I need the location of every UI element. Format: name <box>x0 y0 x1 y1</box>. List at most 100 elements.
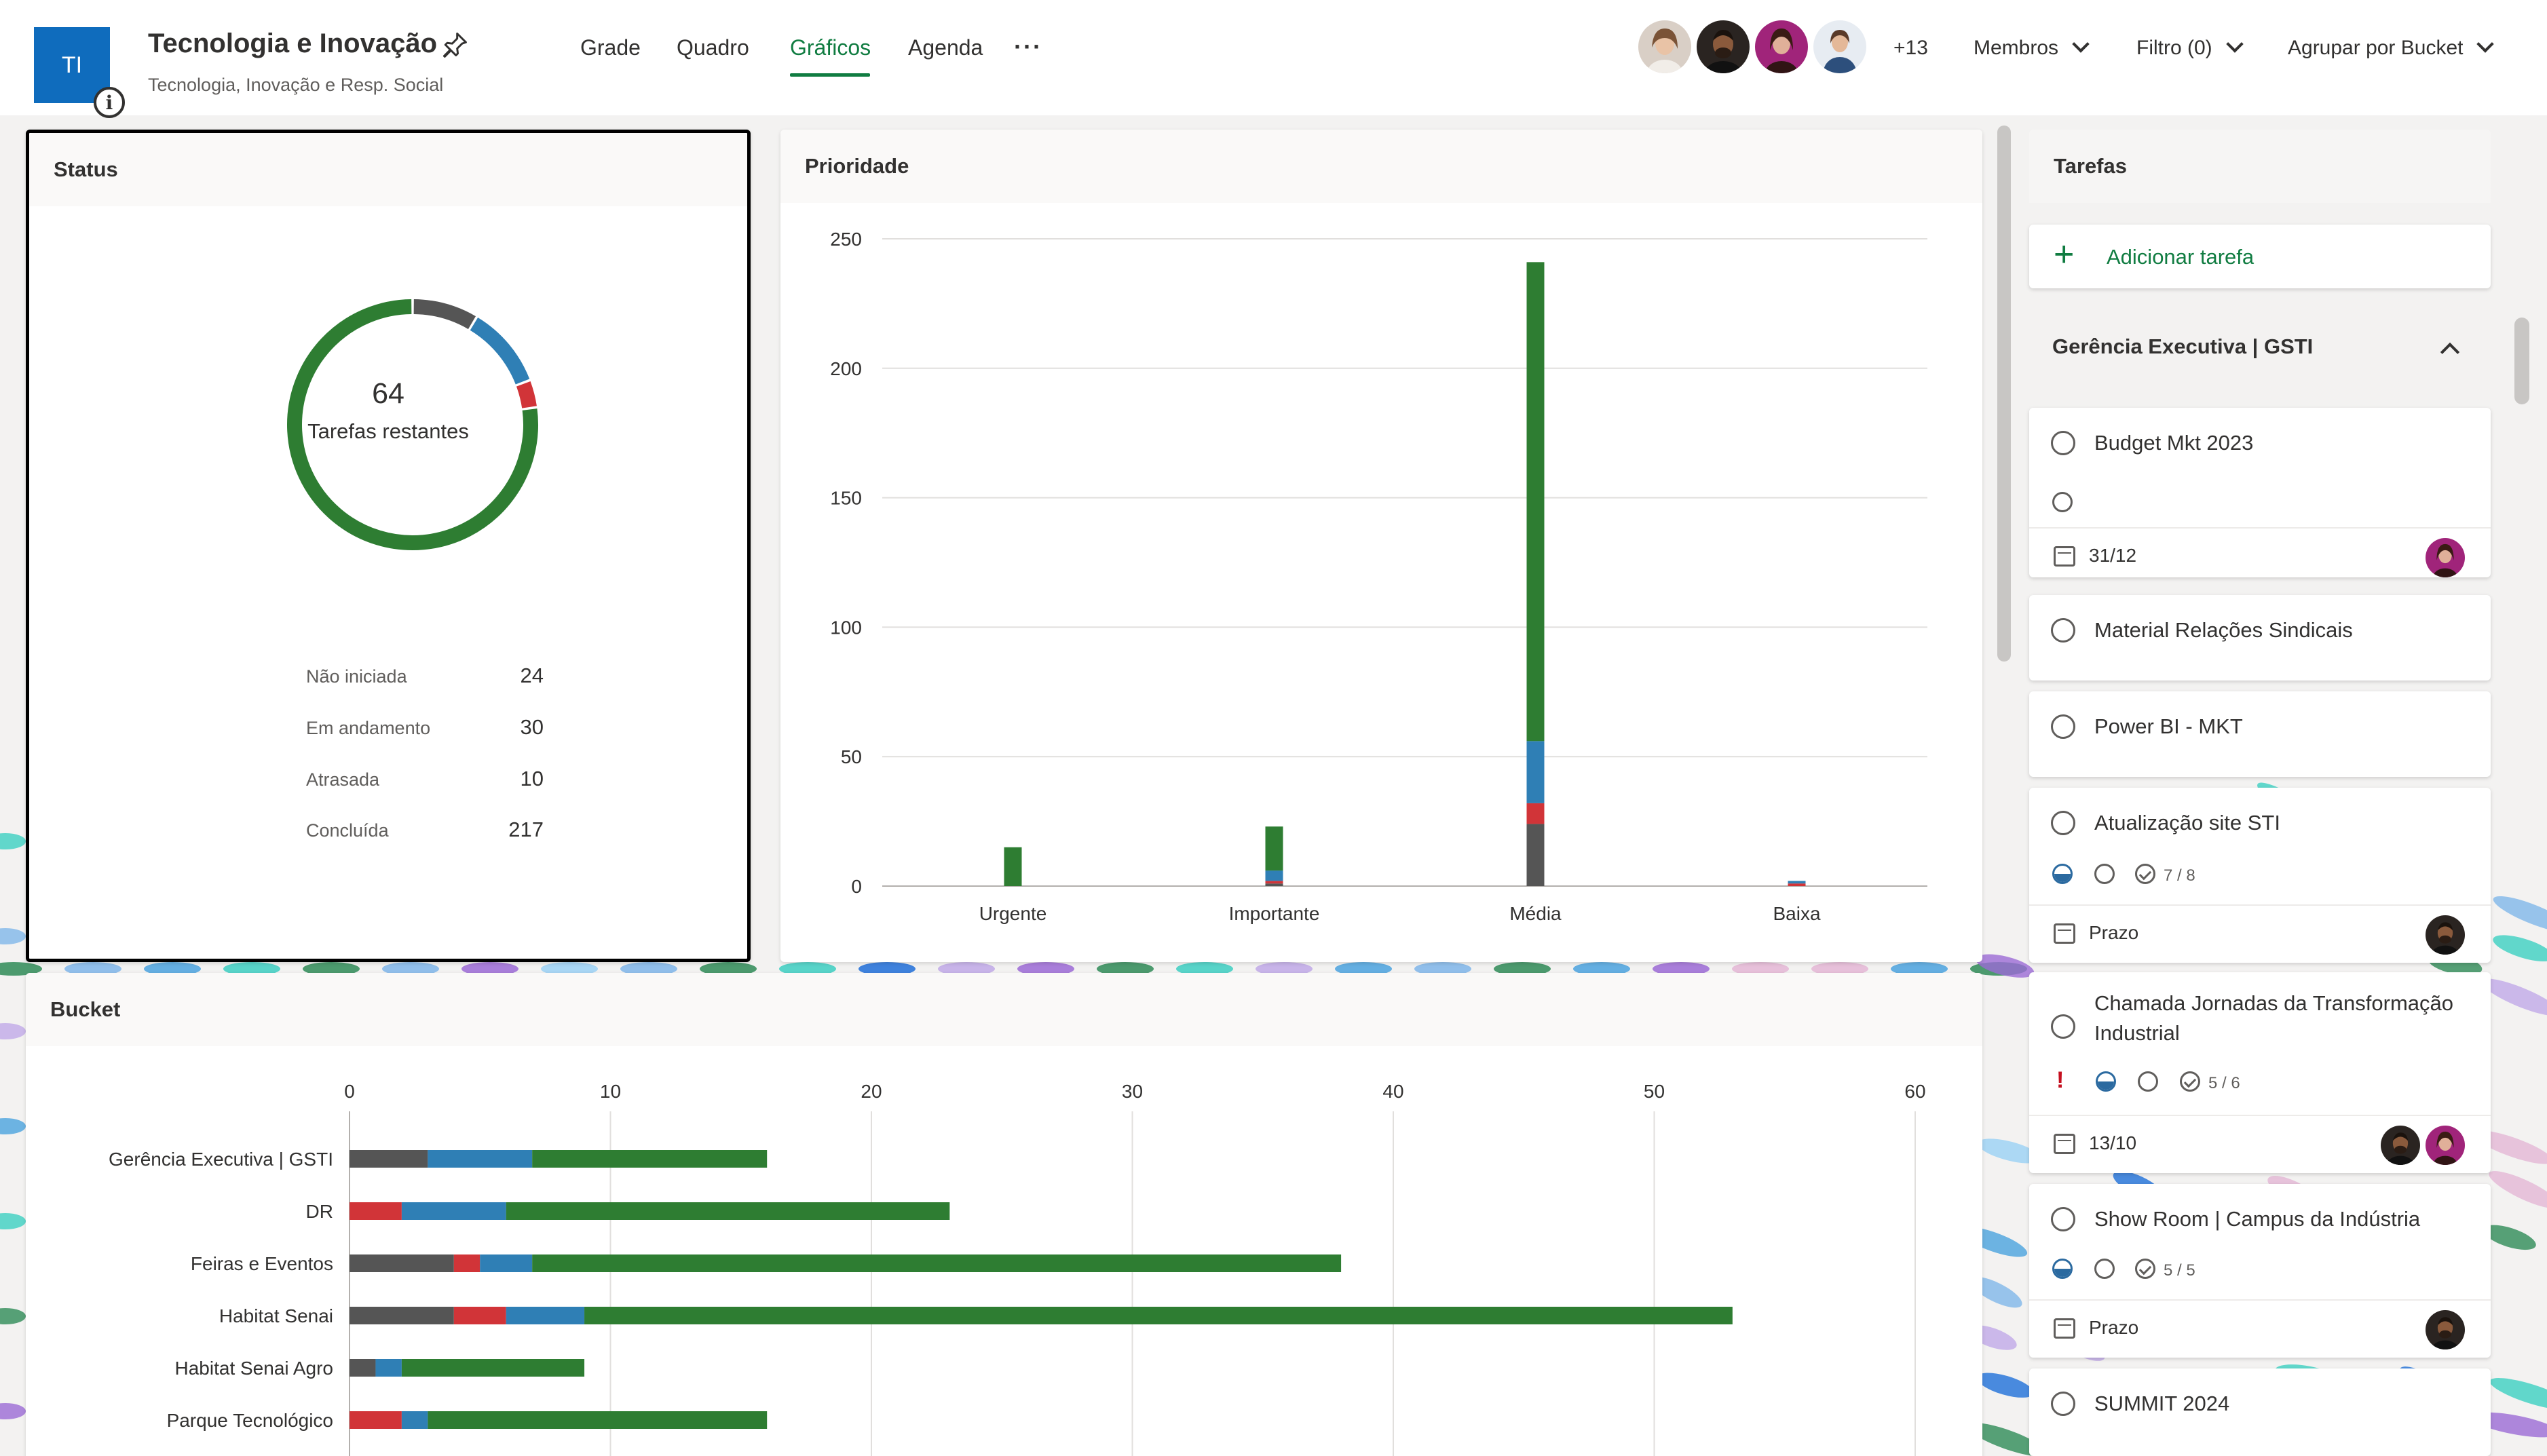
info-icon[interactable]: i <box>94 87 125 118</box>
assignee-avatar[interactable] <box>2426 1126 2465 1165</box>
chevron-up-icon[interactable] <box>2440 342 2460 362</box>
card-title: Bucket <box>50 997 121 1021</box>
tab-graficos[interactable]: Gráficos <box>790 35 871 60</box>
bar-segment <box>1004 847 1022 886</box>
task-footer: Prazo <box>2029 906 2491 963</box>
member-avatar[interactable] <box>1813 20 1866 73</box>
due-date[interactable]: 31/12 <box>2089 545 2136 567</box>
background-shape <box>1976 954 2035 978</box>
task-title: Show Room | Campus da Indústria <box>2094 1207 2421 1231</box>
task-card[interactable]: Show Room | Campus da Indústria 5 / 5 Pr… <box>2029 1184 2491 1358</box>
more-options-icon[interactable]: ··· <box>1014 33 1042 61</box>
bar-segment <box>350 1254 454 1272</box>
filter-dropdown[interactable]: Filtro (0) <box>2136 35 2244 60</box>
x-tick-label: 0 <box>344 1081 355 1102</box>
complete-task-checkbox[interactable] <box>2051 714 2075 739</box>
tasks-scrollbar[interactable] <box>2514 318 2529 404</box>
bar-segment <box>401 1202 506 1220</box>
background-shape <box>0 1023 26 1039</box>
tasks-pane: Tarefas + Adicionar tarefa Gerência Exec… <box>2029 130 2491 1456</box>
task-card[interactable]: Atualização site STI 7 / 8 Prazo <box>2029 788 2491 963</box>
plan-title[interactable]: Tecnologia e Inovação <box>148 28 437 59</box>
due-date[interactable]: 13/10 <box>2089 1132 2136 1154</box>
bar-segment <box>532 1150 768 1168</box>
status-value: 217 <box>508 818 544 841</box>
group-by-dropdown[interactable]: Agrupar por Bucket <box>2288 35 2495 60</box>
assignee-avatar[interactable] <box>2426 915 2465 955</box>
members-dropdown[interactable]: Membros <box>1974 35 2090 60</box>
status-row: Em andamento 30 <box>306 715 544 739</box>
task-card[interactable]: Chamada Jornadas da Transformação Indust… <box>2029 972 2491 1173</box>
chevron-down-icon <box>2072 35 2090 53</box>
bar-segment <box>350 1411 402 1429</box>
complete-task-checkbox[interactable] <box>2051 811 2075 835</box>
task-title: Power BI - MKT <box>2094 714 2243 738</box>
add-task-button[interactable]: + Adicionar tarefa <box>2029 225 2491 288</box>
main-scrollbar[interactable] <box>1997 126 2011 662</box>
tab-agenda[interactable]: Agenda <box>908 35 983 60</box>
comment-icon <box>2052 492 2073 512</box>
task-title: SUMMIT 2024 <box>2094 1392 2230 1415</box>
comment-icon <box>2138 1071 2158 1092</box>
tab-quadro[interactable]: Quadro <box>677 35 749 60</box>
y-tick-label: 50 <box>841 746 862 767</box>
add-task-label: Adicionar tarefa <box>2107 245 2254 269</box>
background-shape <box>0 1403 26 1419</box>
bar-segment <box>350 1150 428 1168</box>
in-progress-icon <box>2096 1071 2116 1092</box>
member-avatar[interactable] <box>1755 20 1808 73</box>
y-tick-label: Parque Tecnológico <box>167 1410 333 1431</box>
y-tick-label: Habitat Senai <box>219 1305 333 1326</box>
complete-task-checkbox[interactable] <box>2051 431 2075 455</box>
bar-segment <box>506 1202 950 1220</box>
checklist-icon <box>2135 864 2155 884</box>
task-card[interactable]: Budget Mkt 2023 31/12 <box>2029 408 2491 577</box>
bucket-chart-card[interactable]: Bucket 0 10 20 30 40 50 60 Gerência Executiva |… <box>26 973 1982 1456</box>
assignee-avatar[interactable] <box>2381 1126 2420 1165</box>
task-card[interactable]: SUMMIT 2024 <box>2029 1368 2491 1456</box>
calendar-icon <box>2054 1134 2075 1154</box>
status-label: Atrasada <box>306 769 380 790</box>
assignee-avatar[interactable] <box>2426 538 2465 577</box>
background-shape <box>0 1213 26 1229</box>
extra-members-count[interactable]: +13 <box>1893 37 1928 60</box>
plan-subtitle: Tecnologia, Inovação e Resp. Social <box>148 75 444 95</box>
complete-task-checkbox[interactable] <box>2051 1207 2075 1231</box>
bar-segment <box>375 1359 402 1377</box>
background-shape <box>2493 935 2547 961</box>
due-date[interactable]: Prazo <box>2089 922 2138 944</box>
tab-grade[interactable]: Grade <box>580 35 641 60</box>
bar-segment <box>480 1254 533 1272</box>
member-avatar[interactable] <box>1697 20 1750 73</box>
priority-chart-card[interactable]: Prioridade 0 50 100 150 200 250 Urgente Importa… <box>780 130 1982 962</box>
card-header <box>26 973 1982 1046</box>
in-progress-icon <box>2052 1259 2073 1279</box>
member-avatar[interactable] <box>1638 20 1691 73</box>
complete-task-checkbox[interactable] <box>2051 1014 2075 1039</box>
complete-task-checkbox[interactable] <box>2051 1392 2075 1416</box>
tasks-title: Tarefas <box>2054 154 2127 178</box>
task-footer: Prazo <box>2029 1301 2491 1358</box>
active-tab-indicator <box>790 73 870 77</box>
pin-icon[interactable] <box>440 30 470 60</box>
due-date[interactable]: Prazo <box>2089 1317 2138 1339</box>
y-tick-label: 150 <box>830 488 862 509</box>
task-card[interactable]: Power BI - MKT <box>2029 691 2491 777</box>
assignee-avatar[interactable] <box>2426 1310 2465 1349</box>
complete-task-checkbox[interactable] <box>2051 618 2075 643</box>
chevron-down-icon <box>2476 35 2495 53</box>
y-tick-label: 250 <box>830 229 862 250</box>
x-tick-label: Média <box>1509 903 1562 924</box>
bucket-group-title: Gerência Executiva | GSTI <box>2052 334 2314 358</box>
bar-segment <box>1526 262 1545 742</box>
status-label: Concluída <box>306 820 389 841</box>
status-chart-card[interactable]: Status 64 Tarefas restantes Não iniciada… <box>26 130 751 962</box>
comment-icon <box>2094 864 2115 884</box>
checklist-count: 5 / 6 <box>2208 1074 2240 1092</box>
bucket-group-header[interactable]: Gerência Executiva | GSTI <box>2029 320 2491 381</box>
status-row: Concluída 217 <box>306 818 544 841</box>
task-card[interactable]: Material Relações Sindicais <box>2029 595 2491 681</box>
in-progress-icon <box>2052 864 2073 884</box>
plan-initials: TI <box>61 52 83 78</box>
background-shape <box>0 833 26 849</box>
